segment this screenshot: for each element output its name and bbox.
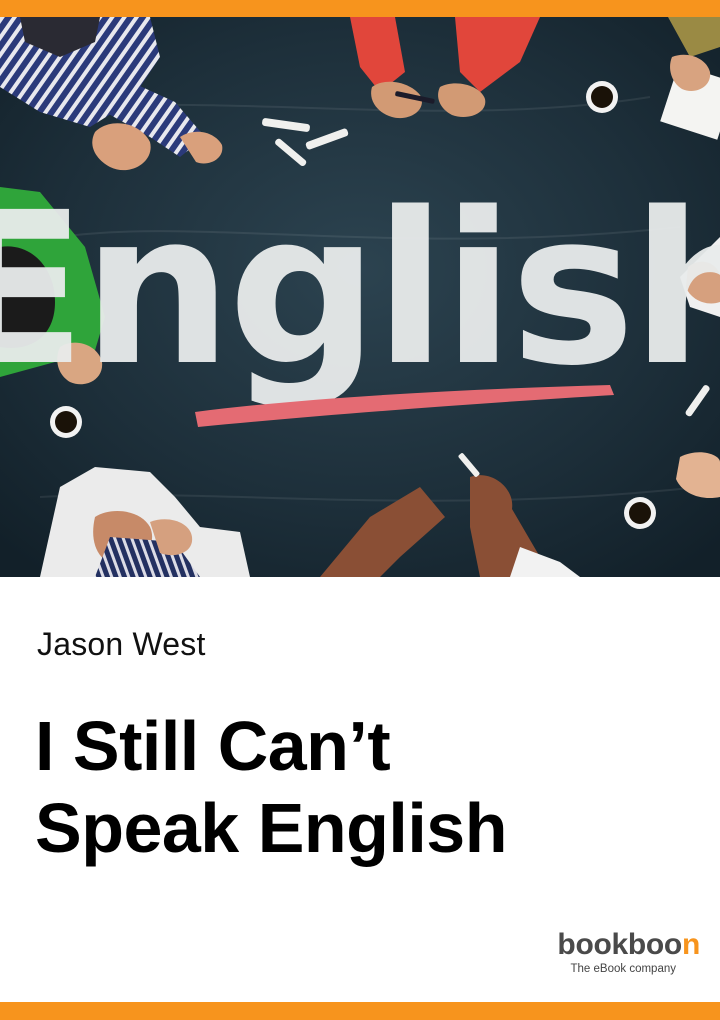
board-word: English xyxy=(0,167,720,412)
coffee-mug-right xyxy=(624,497,656,529)
book-cover: English Jason West I Still Can’t Speak E… xyxy=(0,0,720,1020)
title-line-2: Speak English xyxy=(35,789,507,867)
coffee-mug-top xyxy=(586,81,618,113)
book-title: I Still Can’t Speak English xyxy=(35,705,675,869)
chalkboard-people-icon: English xyxy=(0,17,720,577)
publisher-logo: bookboon The eBook company xyxy=(540,928,700,980)
publisher-tagline: The eBook company xyxy=(570,963,676,975)
cover-illustration: English xyxy=(0,17,720,577)
publisher-wordmark: bookboon xyxy=(540,928,700,962)
bottom-accent-bar xyxy=(0,1002,720,1020)
author-name: Jason West xyxy=(37,626,206,662)
top-accent-bar xyxy=(0,0,720,17)
title-line-1: I Still Can’t xyxy=(35,707,391,785)
publisher-name-accent: n xyxy=(681,928,700,961)
publisher-name-main: bookboo xyxy=(557,928,682,961)
chalk-word-english: English xyxy=(0,167,720,427)
